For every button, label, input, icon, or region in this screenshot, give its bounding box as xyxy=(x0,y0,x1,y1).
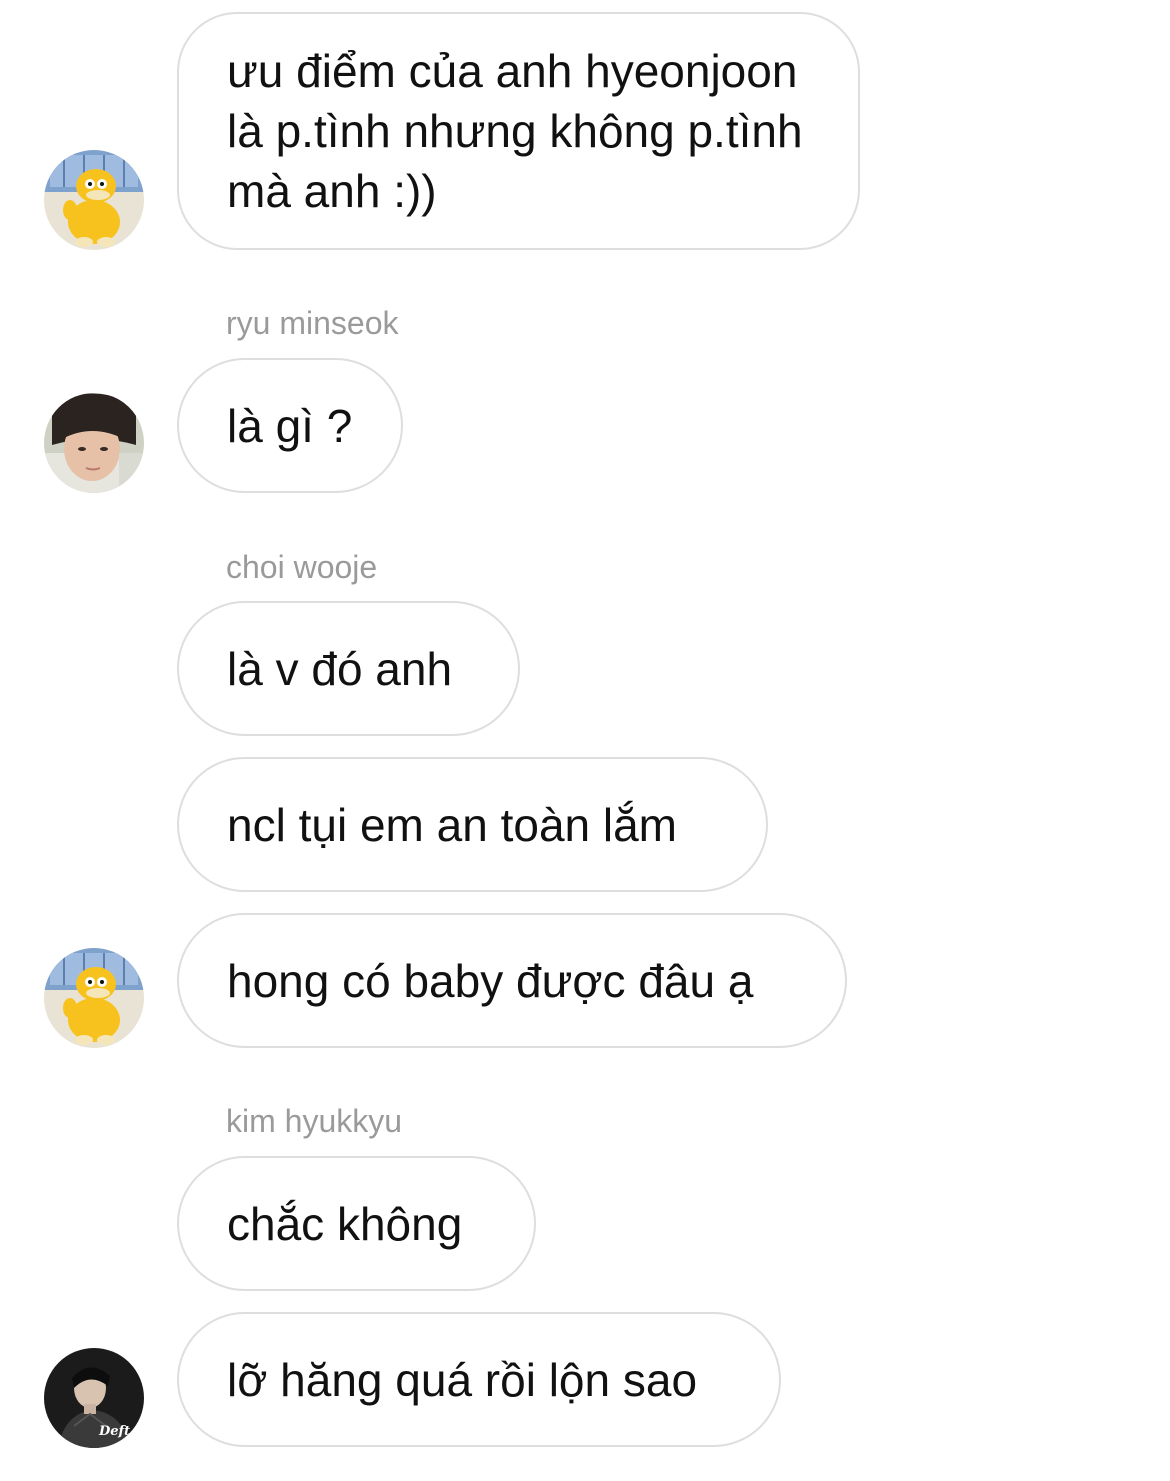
message-bubble[interactable]: ưu điểm của anh hyeonjoon là p.tình nhưn… xyxy=(177,12,860,250)
message-bubble[interactable]: hong có baby được đâu ạ xyxy=(177,913,847,1048)
message-bubble[interactable]: là v đó anh xyxy=(177,601,520,736)
message-text: là gì ? xyxy=(227,399,353,452)
message-text: là v đó anh xyxy=(227,642,453,695)
sender-name: ryu minseok xyxy=(226,305,399,341)
message-bubble[interactable]: lỡ hăng quá rồi lộn sao xyxy=(177,1312,781,1447)
message-bubble[interactable]: là gì ? xyxy=(177,358,403,493)
person-avatar-icon xyxy=(44,393,144,493)
psyduck-avatar-icon xyxy=(44,150,144,250)
sender-name: choi wooje xyxy=(226,549,378,585)
avatar[interactable] xyxy=(44,393,144,493)
avatar[interactable]: Deft xyxy=(44,1348,144,1448)
message-text: lỡ hăng quá rồi lộn sao xyxy=(227,1353,698,1406)
message-text: ưu điểm của anh hyeonjoon là p.tình nhưn… xyxy=(227,45,803,217)
message-text: hong có baby được đâu ạ xyxy=(227,954,754,1007)
avatar[interactable] xyxy=(44,150,144,250)
message-bubble[interactable]: chắc không xyxy=(177,1156,536,1291)
avatar[interactable] xyxy=(44,948,144,1048)
avatar-watermark: Deft xyxy=(99,1424,131,1439)
message-text: ncl tụi em an toàn lắm xyxy=(227,798,678,851)
message-bubble[interactable]: ncl tụi em an toàn lắm xyxy=(177,757,768,892)
message-text: chắc không xyxy=(227,1197,463,1250)
psyduck-avatar-icon xyxy=(44,948,144,1048)
sender-name: kim hyukkyu xyxy=(226,1103,403,1139)
